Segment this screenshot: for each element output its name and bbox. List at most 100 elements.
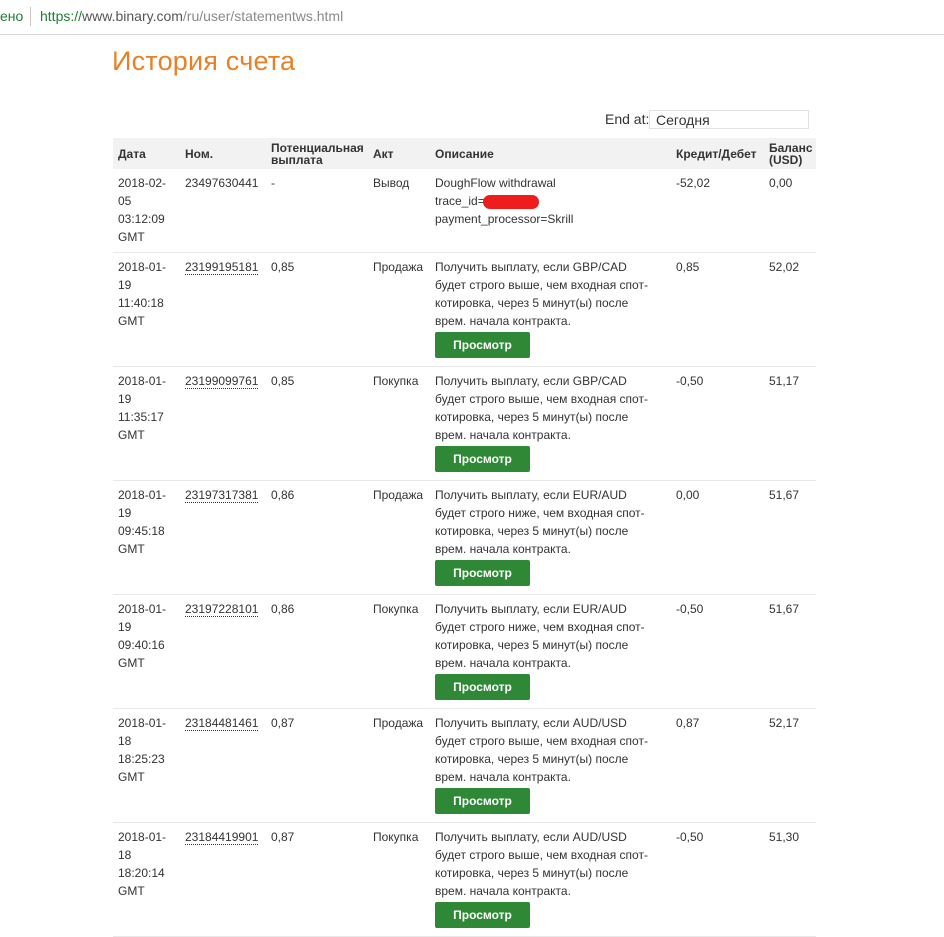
ref-cell: 23184419901 bbox=[180, 822, 266, 937]
end-at-date-input[interactable] bbox=[649, 110, 809, 129]
date-cell: 2018-01- 18 18:20:14 GMT bbox=[113, 822, 180, 937]
balance-cell: 51,67 bbox=[764, 480, 816, 595]
table-row: 2018-02- 05 03:12:09 GMT 23497630441 - В… bbox=[113, 169, 816, 253]
date-line: 18 bbox=[118, 848, 132, 862]
credit-cell: -52,02 bbox=[671, 169, 764, 253]
view-contract-button[interactable]: Просмотр bbox=[435, 788, 530, 814]
description-line: котировка, через 5 минут(ы) после bbox=[435, 296, 629, 310]
table-row: 2018-01- 19 09:45:18 GMT 23197317381 0,8… bbox=[113, 480, 816, 595]
description-line: врем. начала контракта. bbox=[435, 542, 571, 556]
description-line: котировка, через 5 минут(ы) после bbox=[435, 638, 629, 652]
description-line: будет строго выше, чем входная спот- bbox=[435, 278, 648, 292]
date-cell: 2018-01- 18 18:25:23 GMT bbox=[113, 708, 180, 823]
date-line: 2018-02- bbox=[118, 176, 167, 190]
contract-ref-link[interactable]: 23184481461 bbox=[185, 716, 259, 731]
contract-ref-link[interactable]: 23184419901 bbox=[185, 830, 259, 845]
date-line: 19 bbox=[118, 620, 132, 634]
date-line: 2018-01- bbox=[118, 602, 167, 616]
payout-cell: 0,86 bbox=[266, 594, 368, 709]
timezone-line: GMT bbox=[118, 230, 145, 244]
secure-indicator[interactable]: ено bbox=[0, 8, 23, 24]
credit-cell: -0,50 bbox=[671, 594, 764, 709]
url-path: /ru/user/statementws.html bbox=[182, 8, 344, 24]
description-line: врем. начала контракта. bbox=[435, 884, 571, 898]
description-cell: Получить выплату, если GBP/CAD будет стр… bbox=[430, 252, 671, 367]
description-line: Получить выплату, если GBP/CAD bbox=[435, 260, 627, 274]
action-cell: Покупка bbox=[368, 594, 430, 709]
address-bar[interactable]: ено https://www.binary.com/ru/user/state… bbox=[0, 0, 944, 35]
date-line: 2018-01- bbox=[118, 716, 167, 730]
url-host: www.binary.com bbox=[82, 8, 183, 24]
contract-ref-link[interactable]: 23199099761 bbox=[185, 374, 259, 389]
action-cell: Продажа bbox=[368, 252, 430, 367]
view-contract-button[interactable]: Просмотр bbox=[435, 332, 530, 358]
date-line: 19 bbox=[118, 506, 132, 520]
credit-cell: -0,50 bbox=[671, 366, 764, 481]
view-contract-button[interactable]: Просмотр bbox=[435, 674, 530, 700]
description-line: котировка, через 5 минут(ы) после bbox=[435, 866, 629, 880]
date-line: 2018-01- bbox=[118, 260, 167, 274]
balance-cell: 51,30 bbox=[764, 822, 816, 937]
column-header-description: Описание bbox=[430, 138, 671, 169]
view-contract-button[interactable]: Просмотр bbox=[435, 902, 530, 928]
contract-ref-link[interactable]: 23199195181 bbox=[185, 260, 259, 275]
date-cell: 2018-01- 19 09:40:16 GMT bbox=[113, 594, 180, 709]
table-header-row: Дата Ном. Потенциальная выплата Акт Опис… bbox=[113, 138, 816, 169]
description-cell: DoughFlow withdrawal trace_id= payment_p… bbox=[430, 169, 671, 253]
date-cell: 2018-01- 19 11:40:18 GMT bbox=[113, 252, 180, 367]
contract-ref-link[interactable]: 23197228101 bbox=[185, 602, 259, 617]
description-line: котировка, через 5 минут(ы) после bbox=[435, 524, 629, 538]
date-line: 18 bbox=[118, 734, 132, 748]
table-row: 2018-01- 19 09:40:16 GMT 23197228101 0,8… bbox=[113, 594, 816, 709]
balance-cell: 51,67 bbox=[764, 594, 816, 709]
credit-cell: 0,87 bbox=[671, 708, 764, 823]
ref-cell: 23184481461 bbox=[180, 708, 266, 823]
ref-cell: 23197228101 bbox=[180, 594, 266, 709]
redacted-mark bbox=[482, 194, 539, 209]
timezone-line: GMT bbox=[118, 770, 145, 784]
view-contract-button[interactable]: Просмотр bbox=[435, 560, 530, 586]
time-line: 18:25:23 bbox=[118, 752, 165, 766]
date-line: 2018-01- bbox=[118, 374, 167, 388]
payout-cell: 0,86 bbox=[266, 480, 368, 595]
description-line: будет строго выше, чем входная спот- bbox=[435, 734, 648, 748]
balance-cell: 51,17 bbox=[764, 366, 816, 481]
contract-ref-link[interactable]: 23197317381 bbox=[185, 488, 259, 503]
time-line: 11:40:18 bbox=[118, 296, 164, 310]
description-line: врем. начала контракта. bbox=[435, 314, 571, 328]
description-line: payment_processor=Skrill bbox=[435, 212, 574, 226]
action-cell: Покупка bbox=[368, 822, 430, 937]
payout-cell: 0,87 bbox=[266, 708, 368, 823]
action-cell: Продажа bbox=[368, 480, 430, 595]
description-line: врем. начала контракта. bbox=[435, 656, 571, 670]
ref-cell: 23199195181 bbox=[180, 252, 266, 367]
credit-cell: 0,00 bbox=[671, 480, 764, 595]
url-text[interactable]: https://www.binary.com/ru/user/statement… bbox=[40, 8, 343, 24]
time-line: 09:40:16 bbox=[118, 638, 165, 652]
table-row: 2018-01- 19 11:40:18 GMT 23199195181 0,8… bbox=[113, 252, 816, 367]
url-protocol: https:// bbox=[40, 8, 83, 24]
column-header-balance: Баланс (USD) bbox=[764, 138, 816, 169]
description-line: trace_id= bbox=[435, 192, 666, 210]
payout-cell: 0,87 bbox=[266, 822, 368, 937]
description-line: Получить выплату, если AUD/USD bbox=[435, 716, 627, 730]
table-row: 2018-01- 19 11:35:17 GMT 23199099761 0,8… bbox=[113, 366, 816, 481]
description-line: Получить выплату, если EUR/AUD bbox=[435, 488, 627, 502]
date-line: 05 bbox=[118, 194, 132, 208]
ref-cell: 23497630441 bbox=[180, 169, 266, 253]
ref-cell: 23199099761 bbox=[180, 366, 266, 481]
description-cell: Получить выплату, если EUR/AUD будет стр… bbox=[430, 594, 671, 709]
description-cell: Получить выплату, если AUD/USD будет стр… bbox=[430, 822, 671, 937]
view-contract-button[interactable]: Просмотр bbox=[435, 446, 530, 472]
table-row: 2018-01- 18 18:20:14 GMT 23184419901 0,8… bbox=[113, 822, 816, 937]
table-row: 2018-01- 18 18:25:23 GMT 23184481461 0,8… bbox=[113, 708, 816, 823]
description-line: будет строго ниже, чем входная спот- bbox=[435, 506, 645, 520]
description-cell: Получить выплату, если AUD/USD будет стр… bbox=[430, 708, 671, 823]
timezone-line: GMT bbox=[118, 656, 145, 670]
payout-cell: 0,85 bbox=[266, 366, 368, 481]
column-header-ref: Ном. bbox=[180, 138, 266, 169]
action-cell: Покупка bbox=[368, 366, 430, 481]
time-line: 09:45:18 bbox=[118, 524, 165, 538]
action-cell: Вывод bbox=[368, 169, 430, 253]
payout-cell: - bbox=[266, 169, 368, 253]
